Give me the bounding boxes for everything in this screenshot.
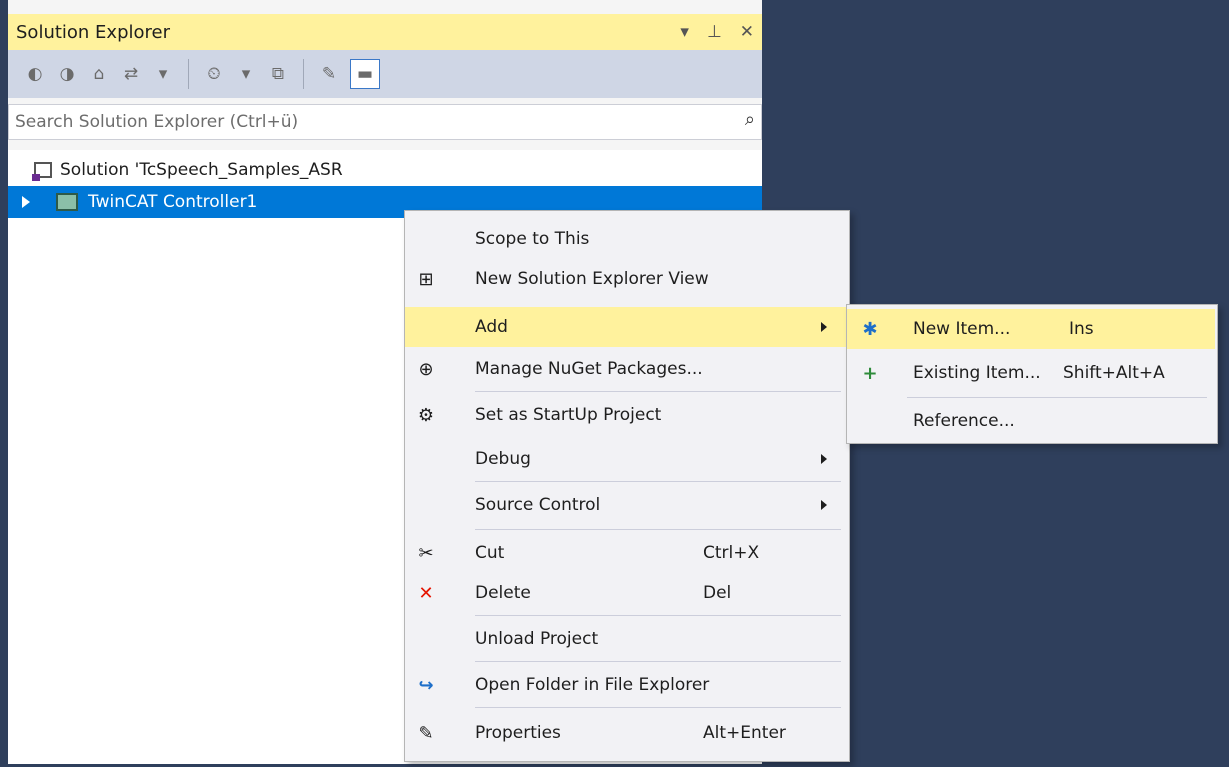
menu-separator	[475, 529, 841, 530]
forward-icon[interactable]: ◑	[56, 59, 78, 89]
menu-item-properties[interactable]: ✎ Properties Alt+Enter	[405, 713, 849, 753]
chevron-down-icon[interactable]: ▾	[152, 59, 174, 89]
menu-item-cut[interactable]: ✂ Cut Ctrl+X	[405, 533, 849, 573]
menu-item-scope-to-this[interactable]: Scope to This	[405, 219, 849, 259]
expand-arrow-icon[interactable]	[22, 196, 30, 208]
menu-item-add[interactable]: Add	[405, 307, 847, 347]
panel-toolbar: ◐ ◑ ⌂ ⇄ ▾ ⏲ ▾ ⧉ ✎ ▬	[8, 50, 762, 98]
menu-separator	[475, 707, 841, 708]
back-icon[interactable]: ◐	[24, 59, 46, 89]
properties-icon[interactable]: ✎	[318, 59, 340, 89]
menu-item-label: New Solution Explorer View	[475, 269, 709, 289]
delete-icon: ✕	[418, 582, 434, 604]
menu-item-shortcut: Alt+Enter	[703, 723, 786, 743]
wrench-icon: ✎	[418, 722, 434, 744]
menu-separator	[475, 481, 841, 482]
search-placeholder: Search Solution Explorer (Ctrl+ü)	[15, 112, 299, 132]
menu-item-source-control[interactable]: Source Control	[405, 485, 849, 525]
search-input[interactable]: Search Solution Explorer (Ctrl+ü) ⌕	[8, 104, 762, 140]
gear-icon: ⚙	[417, 404, 435, 426]
menu-item-label: Source Control	[475, 495, 601, 515]
submenu-arrow-icon	[821, 500, 827, 510]
menu-item-label: Set as StartUp Project	[475, 405, 662, 425]
scissors-icon: ✂	[418, 542, 434, 564]
sync-icon[interactable]: ⇄	[120, 59, 142, 89]
solution-icon	[32, 162, 52, 181]
submenu-arrow-icon	[821, 322, 827, 332]
panel-title: Solution Explorer	[16, 21, 170, 43]
close-icon[interactable]: ✕	[740, 22, 754, 42]
collapse-all-icon[interactable]: ⧉	[267, 59, 289, 89]
menu-separator	[475, 615, 841, 616]
submenu-item-new-item[interactable]: ✱ New Item... Ins	[847, 309, 1215, 349]
submenu-item-existing-item[interactable]: + Existing Item... Shift+Alt+A	[847, 353, 1217, 393]
dropdown-icon[interactable]: ▾	[680, 22, 689, 42]
submenu-item-shortcut: Ins	[1069, 319, 1094, 339]
menu-item-delete[interactable]: ✕ Delete Del	[405, 573, 849, 613]
submenu-arrow-icon	[821, 454, 827, 464]
menu-item-new-view[interactable]: ⊞ New Solution Explorer View	[405, 259, 849, 299]
menu-item-label: Debug	[475, 449, 531, 469]
toolbar-separator	[188, 59, 189, 89]
tree-item-label: TwinCAT Controller1	[88, 192, 258, 212]
menu-item-unload[interactable]: Unload Project	[405, 619, 849, 659]
toolbar-separator	[303, 59, 304, 89]
menu-item-label: Properties	[475, 723, 561, 743]
menu-item-debug[interactable]: Debug	[405, 439, 849, 479]
menu-item-label: Open Folder in File Explorer	[475, 675, 710, 695]
submenu-item-reference[interactable]: Reference...	[847, 401, 1217, 441]
chevron-down-icon[interactable]: ▾	[235, 59, 257, 89]
menu-item-shortcut: Ctrl+X	[703, 543, 760, 563]
panel-titlebar[interactable]: Solution Explorer ▾ ⊥ ✕	[8, 14, 762, 50]
menu-separator	[475, 391, 841, 392]
tree-item-label: Solution 'TcSpeech_Samples_ASR	[60, 160, 343, 180]
home-icon[interactable]: ⌂	[88, 59, 110, 89]
submenu-item-label: Existing Item...	[913, 363, 1041, 383]
menu-separator	[475, 661, 841, 662]
search-icon[interactable]: ⌕	[745, 109, 755, 130]
menu-item-nuget[interactable]: ⊕ Manage NuGet Packages...	[405, 349, 849, 389]
pending-changes-icon[interactable]: ⏲	[203, 59, 225, 89]
submenu-item-shortcut: Shift+Alt+A	[1063, 363, 1165, 383]
open-folder-icon: ↪	[418, 674, 434, 696]
add-submenu: ✱ New Item... Ins + Existing Item... Shi…	[846, 304, 1218, 444]
menu-item-label: Add	[475, 317, 508, 337]
menu-item-label: Unload Project	[475, 629, 599, 649]
menu-item-label: Manage NuGet Packages...	[475, 359, 703, 379]
menu-item-label: Cut	[475, 543, 505, 563]
tree-item-solution[interactable]: Solution 'TcSpeech_Samples_ASR	[8, 154, 762, 186]
submenu-item-label: New Item...	[913, 319, 1011, 339]
existing-item-icon: +	[862, 362, 878, 384]
context-menu: Scope to This ⊞ New Solution Explorer Vi…	[404, 210, 850, 762]
submenu-item-label: Reference...	[913, 411, 1015, 431]
pin-icon[interactable]: ⊥	[707, 22, 722, 42]
menu-item-startup[interactable]: ⚙ Set as StartUp Project	[405, 395, 849, 435]
twincat-project-icon	[56, 193, 78, 211]
new-view-icon: ⊞	[418, 268, 434, 290]
preview-icon[interactable]: ▬	[350, 59, 380, 89]
menu-item-label: Scope to This	[475, 229, 590, 249]
new-item-icon: ✱	[862, 318, 878, 340]
nuget-icon: ⊕	[418, 358, 434, 380]
menu-separator	[907, 397, 1207, 398]
menu-item-open-folder[interactable]: ↪ Open Folder in File Explorer	[405, 665, 849, 705]
panel-border	[0, 0, 8, 767]
menu-item-shortcut: Del	[703, 583, 732, 603]
menu-item-label: Delete	[475, 583, 531, 603]
